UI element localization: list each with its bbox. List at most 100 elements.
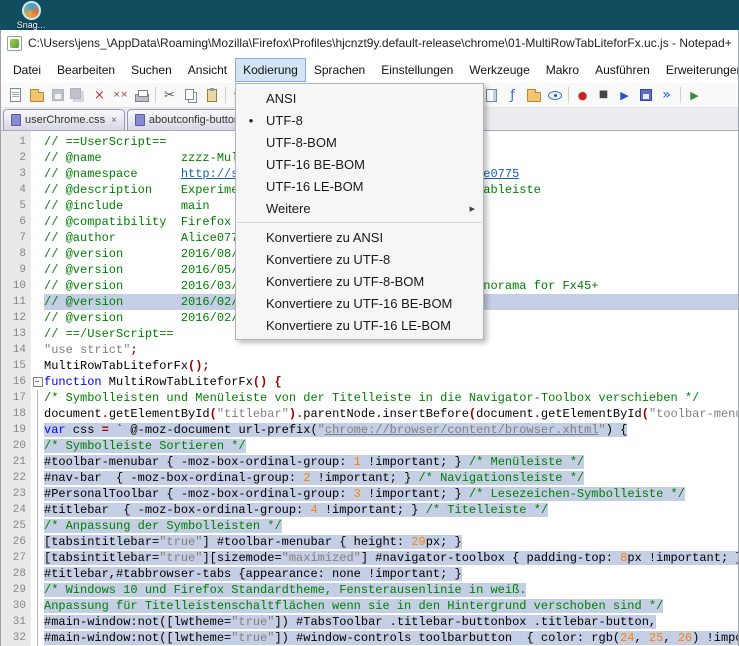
code-line[interactable]: 18document.getElementById("titlebar").pa… (1, 406, 738, 422)
fold-collapse-icon[interactable] (31, 374, 44, 390)
line-number: 20 (1, 438, 31, 454)
code-line[interactable]: 30Anpassung für Titelleistenschaltfläche… (1, 598, 738, 614)
code-line[interactable]: 31#main-window:not([lwtheme="true"]) #Ta… (1, 614, 738, 630)
menu-item-konvertiere-zu-utf-16-be-bom[interactable]: Konvertiere zu UTF-16 BE-BOM (236, 292, 483, 314)
code-token: "maximized" (282, 551, 361, 565)
menu-item-konvertiere-zu-utf-16-le-bom[interactable]: Konvertiere zu UTF-16 LE-BOM (236, 314, 483, 336)
menubar-item-erweiterungen[interactable]: Erweiterungen (658, 58, 738, 82)
code-line[interactable]: 14"use strict"; (1, 342, 738, 358)
function-list-glyph: ƒ (510, 89, 515, 102)
cut-icon[interactable]: ✂ (160, 86, 179, 105)
copy-icon[interactable] (181, 86, 200, 105)
code-line[interactable]: 32#main-window:not([lwtheme="true"]) #wi… (1, 630, 738, 646)
new-file-icon[interactable] (6, 86, 25, 105)
menubar-item-makro[interactable]: Makro (538, 58, 587, 82)
code-token: // @author Alice0775 (44, 231, 246, 245)
tab-userchrome-css[interactable]: userChrome.css× (3, 109, 125, 130)
menubar-item-werkzeuge[interactable]: Werkzeuge (461, 58, 537, 82)
close-icon[interactable]: × (90, 86, 109, 105)
radio-selected-icon: ● (236, 116, 266, 125)
menu-item-konvertiere-zu-ansi[interactable]: Konvertiere zu ANSI (236, 226, 483, 248)
line-number: 3 (1, 166, 31, 182)
menu-item-label: Konvertiere zu UTF-16 LE-BOM (266, 318, 475, 333)
document-map-icon[interactable] (482, 86, 501, 105)
code-text: Anpassung für Titelleistenschaltflächen … (44, 598, 738, 614)
play-macro-glyph: ▶ (620, 90, 628, 101)
folder-as-workspace-glyph (527, 92, 541, 102)
code-text: document.getElementById("titlebar").pare… (44, 406, 738, 422)
menubar-item-ansicht[interactable]: Ansicht (180, 58, 235, 82)
menu-item-utf-8-bom[interactable]: UTF-8-BOM (236, 131, 483, 153)
code-line[interactable]: 15MultiRowTabLiteforFx(); (1, 358, 738, 374)
menubar-item-sprachen[interactable]: Sprachen (306, 58, 373, 82)
record-macro-icon[interactable]: ● (573, 86, 592, 105)
close-all-icon[interactable]: ×× (111, 86, 130, 105)
fold-margin (31, 502, 44, 518)
code-line[interactable]: 17/* Symbolleisten und Menüleiste von de… (1, 390, 738, 406)
menubar-item-datei[interactable]: Datei (5, 58, 49, 82)
desktop-shortcut-snagit[interactable]: Snag... (8, 1, 54, 30)
code-token: !important; } (318, 503, 426, 517)
code-line[interactable]: 19var css = ` @-moz-document url-prefix(… (1, 422, 738, 438)
function-list-icon[interactable]: ƒ (503, 86, 522, 105)
folder-as-workspace-icon[interactable] (524, 86, 543, 105)
monitoring-eye-icon[interactable] (545, 86, 564, 105)
save-all-icon[interactable] (69, 86, 88, 105)
open-folder-icon[interactable] (27, 86, 46, 105)
code-token: // @namespace (44, 167, 181, 181)
menu-item-konvertiere-zu-utf-8-bom[interactable]: Konvertiere zu UTF-8-BOM (236, 270, 483, 292)
menu-item-konvertiere-zu-utf-8[interactable]: Konvertiere zu UTF-8 (236, 248, 483, 270)
run-macro-multiple-icon[interactable]: » (657, 86, 676, 105)
menu-bar: DateiBearbeitenSuchenAnsichtKodierungSpr… (1, 56, 738, 83)
code-line[interactable]: 26[tabsintitlebar="true"] #toolbar-menub… (1, 534, 738, 550)
code-line[interactable]: 29/* Windows 10 und Firefox Standardthem… (1, 582, 738, 598)
menubar-item-ausführen[interactable]: Ausführen (587, 58, 658, 82)
run-icon[interactable]: ▶ (685, 86, 704, 105)
code-text: #nav-bar { -moz-box-ordinal-group: 2 !im… (44, 470, 738, 486)
fold-margin (31, 438, 44, 454)
paste-icon[interactable] (202, 86, 221, 105)
code-token: !important; } (361, 455, 469, 469)
menu-item-utf-8[interactable]: ●UTF-8 (236, 109, 483, 131)
code-token: #nav-bar { -moz-box-ordinal-group: (44, 471, 303, 485)
code-line[interactable]: 27[tabsintitlebar="true"][sizemode="maxi… (1, 550, 738, 566)
fold-margin (31, 278, 44, 294)
fold-margin (31, 582, 44, 598)
save-icon[interactable] (48, 86, 67, 105)
code-line[interactable]: 16function MultiRowTabLiteforFx() { (1, 374, 738, 390)
code-token: Anpassung für Titelleistenschaltflächen … (44, 599, 663, 613)
fold-margin (31, 630, 44, 646)
code-line[interactable]: 24#titlebar { -moz-box-ordinal-group: 4 … (1, 502, 738, 518)
play-macro-icon[interactable]: ▶ (615, 86, 634, 105)
code-text: #PersonalToolbar { -moz-box-ordinal-grou… (44, 486, 738, 502)
code-token: /* Anpassung der Symbolleisten */ (44, 519, 282, 533)
save-macro-icon[interactable] (636, 86, 655, 105)
tab-aboutconfig-button[interactable]: aboutconfig-button (127, 109, 248, 130)
print-icon[interactable] (132, 86, 151, 105)
code-token: document (476, 407, 534, 421)
tab-close-icon[interactable]: × (111, 115, 117, 126)
code-text: #main-window:not([lwtheme="true"]) #Tabs… (44, 614, 738, 630)
fold-margin (31, 454, 44, 470)
menu-item-ansi[interactable]: ANSI (236, 87, 483, 109)
stop-recording-icon[interactable]: ■ (594, 86, 613, 105)
menu-item-utf-16-be-bom[interactable]: UTF-16 BE-BOM (236, 153, 483, 175)
fold-margin (31, 150, 44, 166)
menubar-item-kodierung[interactable]: Kodierung (235, 58, 306, 82)
menubar-item-bearbeiten[interactable]: Bearbeiten (49, 58, 123, 82)
code-token: chrome://browser/content/browser.xhtml (325, 423, 599, 437)
code-line[interactable]: 28#titlebar,#tabbrowser-tabs {appearance… (1, 566, 738, 582)
code-line[interactable]: 21#toolbar-menubar { -moz-box-ordinal-gr… (1, 454, 738, 470)
menubar-item-suchen[interactable]: Suchen (123, 58, 180, 82)
code-line[interactable]: 20/* Symbolleiste Sortieren */ (1, 438, 738, 454)
code-line[interactable]: 22#nav-bar { -moz-box-ordinal-group: 2 !… (1, 470, 738, 486)
menu-item-utf-16-le-bom[interactable]: UTF-16 LE-BOM (236, 175, 483, 197)
code-line[interactable]: 23#PersonalToolbar { -moz-box-ordinal-gr… (1, 486, 738, 502)
fold-margin (31, 342, 44, 358)
line-number: 13 (1, 326, 31, 342)
code-token: "titlebar" (217, 407, 289, 421)
fold-margin (31, 198, 44, 214)
menu-item-weitere[interactable]: Weitere▸ (236, 197, 483, 219)
menubar-item-einstellungen[interactable]: Einstellungen (373, 58, 461, 82)
code-line[interactable]: 25/* Anpassung der Symbolleisten */ (1, 518, 738, 534)
